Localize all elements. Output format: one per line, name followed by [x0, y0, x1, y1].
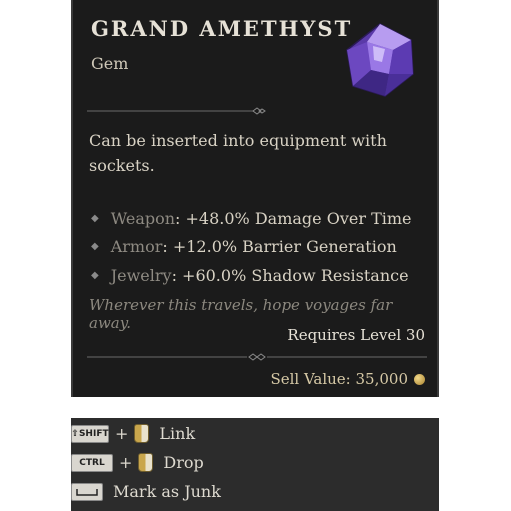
item-tooltip: GRAND AMETHYST Gem Can be inserted into … [71, 0, 439, 397]
item-name: GRAND AMETHYST [91, 16, 353, 41]
control-mark-junk[interactable]: Mark as Junk [71, 482, 221, 501]
control-link[interactable]: ⇧ SHIFT + Link [71, 424, 195, 443]
divider-bottom [87, 353, 427, 361]
stat-slot: Weapon [110, 209, 176, 228]
plus-sign: + [119, 453, 133, 472]
stat-armor: ◆ Armor : +12.0% Barrier Generation [91, 237, 397, 256]
controls-panel: ⇧ SHIFT + Link CTRL + Drop Mark as Junk [71, 418, 439, 511]
control-label: Drop [163, 453, 204, 472]
stat-slot: Armor [110, 237, 163, 256]
stat-value: : +12.0% Barrier Generation [162, 237, 397, 256]
diamond-bullet-icon: ◆ [91, 270, 99, 281]
mouse-click-icon [138, 453, 154, 472]
item-description: Can be inserted into equipment with sock… [89, 131, 387, 175]
ctrl-key-icon: CTRL [71, 453, 113, 472]
spacebar-key-icon [71, 482, 103, 501]
sell-value: Sell Value: 35,000 [270, 370, 425, 388]
spacebar-glyph [76, 488, 98, 496]
shift-key-icon: ⇧ SHIFT [71, 424, 109, 443]
stat-jewelry: ◆ Jewelry : +60.0% Shadow Resistance [91, 266, 409, 285]
control-label: Mark as Junk [113, 482, 221, 501]
level-requirement: Requires Level 30 [287, 326, 425, 344]
plus-sign: + [115, 424, 129, 443]
divider-top [87, 107, 266, 115]
control-drop[interactable]: CTRL + Drop [71, 453, 204, 472]
amethyst-gem-icon [346, 23, 414, 97]
mouse-click-icon [134, 424, 150, 443]
control-label: Link [159, 424, 196, 443]
stat-slot: Jewelry [110, 266, 172, 285]
stat-value: : +60.0% Shadow Resistance [171, 266, 409, 285]
shift-key-label: SHIFT [78, 428, 109, 439]
gold-coin-icon [414, 373, 425, 385]
diamond-bullet-icon: ◆ [91, 213, 99, 224]
stat-weapon: ◆ Weapon : +48.0% Damage Over Time [91, 209, 412, 228]
sell-value-text: Sell Value: 35,000 [270, 370, 408, 388]
item-type: Gem [91, 54, 129, 73]
stat-value: : +48.0% Damage Over Time [175, 209, 412, 228]
diamond-bullet-icon: ◆ [91, 241, 99, 252]
